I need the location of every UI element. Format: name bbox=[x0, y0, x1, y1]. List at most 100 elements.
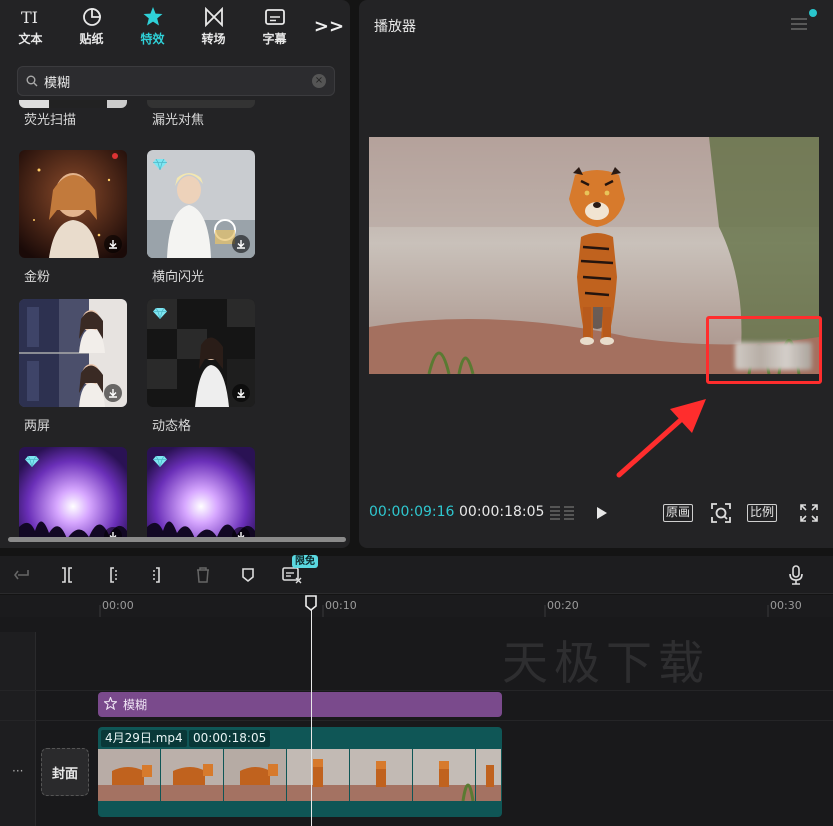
effect-name: 两屏 bbox=[24, 419, 51, 434]
premium-diamond-icon bbox=[25, 452, 39, 471]
premium-diamond-icon bbox=[153, 304, 167, 323]
effect-name: 横向闪光 bbox=[152, 270, 205, 285]
tab-label: 贴纸 bbox=[79, 31, 104, 46]
current-time: 00:00:09:16 bbox=[369, 504, 455, 520]
trim-right-icon[interactable] bbox=[146, 565, 168, 585]
effects-panel: TI 文本 贴纸 特效 转场 字幕 >> 模糊 × 荧光扫描 漏光对焦 金粉 横… bbox=[0, 0, 350, 548]
effect-card[interactable]: 横向闪光 bbox=[147, 150, 255, 285]
annotation-arrow-icon bbox=[616, 399, 706, 478]
free-badge: 限免 bbox=[292, 555, 318, 568]
effect-thumbnail bbox=[19, 447, 127, 540]
video-clip[interactable]: 4月29日.mp4 00:00:18:05 bbox=[98, 727, 502, 817]
tab-label: 文本 bbox=[18, 31, 43, 46]
track-header-column bbox=[0, 632, 36, 826]
more-tabs-button[interactable]: >> bbox=[309, 0, 349, 52]
ruler-label: 00:20 bbox=[547, 599, 579, 612]
tab-effects[interactable]: 特效 bbox=[122, 0, 183, 52]
premium-diamond-icon bbox=[153, 452, 167, 471]
redo-icon[interactable] bbox=[12, 565, 34, 585]
app-window: TI 文本 贴纸 特效 转场 字幕 >> 模糊 × 荧光扫描 漏光对焦 金粉 横… bbox=[0, 0, 833, 826]
effect-thumbnail bbox=[19, 100, 127, 108]
download-icon[interactable] bbox=[232, 384, 250, 402]
aspect-ratio-label: 比例 bbox=[747, 504, 778, 522]
download-icon[interactable] bbox=[104, 384, 122, 402]
effect-card[interactable]: 两屏 bbox=[19, 299, 127, 434]
clip-frame bbox=[413, 749, 476, 801]
transition-icon bbox=[203, 6, 225, 28]
effect-name: 金粉 bbox=[24, 270, 51, 285]
split-icon[interactable] bbox=[56, 565, 78, 585]
timeline-toolbar bbox=[0, 556, 833, 594]
highlight-rectangle bbox=[706, 316, 822, 384]
original-quality-label: 原画 bbox=[663, 504, 694, 522]
download-icon[interactable] bbox=[232, 235, 250, 253]
player-title: 播放器 bbox=[374, 19, 416, 35]
ruler-label: 00:10 bbox=[325, 599, 357, 612]
playhead-handle-icon[interactable] bbox=[304, 595, 318, 611]
effect-clip-label: 模糊 bbox=[123, 698, 148, 712]
play-button[interactable] bbox=[595, 502, 609, 524]
clip-frame bbox=[476, 749, 502, 801]
premium-diamond-icon bbox=[153, 155, 167, 174]
aspect-ratio-button[interactable]: 比例 bbox=[747, 502, 778, 524]
effects-star-icon bbox=[142, 6, 164, 28]
effect-clip[interactable]: 模糊 bbox=[98, 692, 502, 717]
effect-thumbnail bbox=[147, 299, 255, 407]
original-quality-button[interactable]: 原画 bbox=[663, 502, 694, 524]
download-icon[interactable] bbox=[104, 235, 122, 253]
menu-icon[interactable] bbox=[790, 16, 808, 32]
effect-card[interactable] bbox=[147, 447, 255, 540]
player-panel: 播放器 00:00:09:16 00:00:18:05 原画 比例 bbox=[359, 0, 833, 548]
effect-name: 动态格 bbox=[152, 419, 192, 434]
more-options-icon[interactable]: ··· bbox=[12, 764, 23, 778]
search-input[interactable] bbox=[44, 73, 312, 89]
waveform-icon bbox=[549, 502, 575, 524]
tab-label: 字幕 bbox=[262, 31, 287, 46]
effect-card[interactable] bbox=[19, 447, 127, 540]
effect-thumbnail bbox=[147, 150, 255, 258]
tab-text[interactable]: TI 文本 bbox=[0, 0, 61, 52]
fullscreen-icon[interactable] bbox=[799, 502, 819, 524]
total-time: 00:00:18:05 bbox=[459, 504, 545, 520]
microphone-icon[interactable] bbox=[785, 565, 807, 585]
clip-frame bbox=[224, 749, 287, 801]
clip-duration: 00:00:18:05 bbox=[189, 730, 271, 747]
sticker-icon bbox=[82, 6, 102, 28]
delete-icon[interactable] bbox=[192, 565, 214, 585]
effect-thumbnail bbox=[19, 150, 127, 258]
notification-dot bbox=[809, 9, 817, 17]
playhead-line[interactable] bbox=[311, 596, 312, 826]
search-icon bbox=[26, 72, 38, 91]
effect-thumbnail bbox=[147, 100, 255, 108]
tab-sticker[interactable]: 贴纸 bbox=[61, 0, 122, 52]
clip-frame bbox=[287, 749, 350, 801]
screenshot-icon[interactable] bbox=[709, 502, 733, 524]
horizontal-scrollbar[interactable] bbox=[8, 537, 346, 542]
effect-card[interactable]: 荧光扫描 bbox=[19, 100, 127, 128]
clip-frame bbox=[98, 749, 161, 801]
text-icon: TI bbox=[20, 6, 42, 28]
tab-subtitle[interactable]: 字幕 bbox=[244, 0, 305, 52]
cover-button[interactable]: 封面 bbox=[41, 748, 89, 796]
effect-card[interactable]: 漏光对焦 bbox=[147, 100, 255, 128]
svg-text:TI: TI bbox=[21, 8, 38, 26]
effect-name: 荧光扫描 bbox=[24, 113, 77, 128]
clip-frame bbox=[350, 749, 413, 801]
effect-thumbnail bbox=[19, 299, 127, 407]
tab-transition[interactable]: 转场 bbox=[183, 0, 244, 52]
clip-filename: 4月29日.mp4 bbox=[101, 730, 187, 747]
timeline-ruler[interactable]: 00:00 00:10 00:20 00:30 bbox=[0, 595, 833, 617]
effect-thumbnail bbox=[147, 447, 255, 540]
clear-search-icon[interactable]: × bbox=[312, 74, 326, 88]
trim-left-icon[interactable] bbox=[102, 565, 124, 585]
effect-card[interactable]: 金粉 bbox=[19, 150, 127, 285]
effects-grid: 荧光扫描 漏光对焦 金粉 横向闪光 两屏 动态格 bbox=[0, 100, 350, 540]
effect-card[interactable]: 动态格 bbox=[147, 299, 255, 434]
clip-frame bbox=[161, 749, 224, 801]
tab-label: 转场 bbox=[201, 31, 226, 46]
marker-icon[interactable] bbox=[237, 565, 259, 585]
track-divider bbox=[0, 720, 833, 721]
effect-star-icon bbox=[103, 695, 118, 714]
subtitle-icon bbox=[264, 6, 286, 28]
auto-subtitle-icon[interactable] bbox=[281, 565, 303, 585]
